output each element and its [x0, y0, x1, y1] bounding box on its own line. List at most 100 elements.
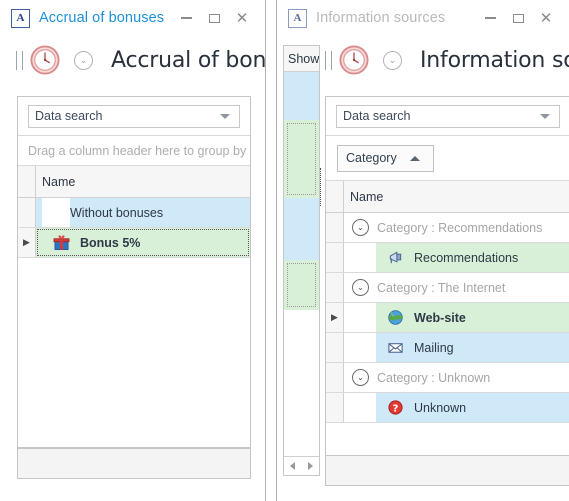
close-button[interactable]: ✕: [532, 5, 560, 31]
row-highlight-green[interactable]: Recommendations: [376, 243, 569, 272]
strip-row-green-1[interactable]: [284, 120, 319, 198]
group-row[interactable]: ⌄ Category : Recommendations: [326, 213, 569, 243]
group-row[interactable]: ⌄ Category : The Internet: [326, 273, 569, 303]
close-button[interactable]: ✕: [228, 5, 256, 31]
strip-row-green-2[interactable]: [284, 260, 319, 310]
clock-icon: [339, 45, 369, 75]
row-indicator: ▶: [326, 303, 344, 332]
row-highlight-blue[interactable]: Mailing: [376, 333, 569, 362]
row-indicator: [326, 333, 344, 362]
titlebar-sources[interactable]: A Information sources ✕: [277, 0, 569, 36]
collapse-icon[interactable]: ⌄: [352, 279, 369, 296]
scroll-right-icon[interactable]: [307, 462, 313, 470]
form-header-sources: ⌄ Information sou: [277, 36, 569, 84]
caption-buttons-sources: ✕: [476, 0, 569, 36]
row-cell-name[interactable]: Without bonuses: [36, 198, 250, 227]
table-row[interactable]: Recommendations: [326, 243, 569, 273]
row-indicator: ▶: [18, 228, 36, 257]
maximize-button[interactable]: [504, 5, 532, 31]
search-input-value: Data search: [343, 109, 411, 123]
search-input-sources[interactable]: Data search: [336, 104, 560, 128]
navigation-dropdown-icon[interactable]: ⌄: [74, 50, 93, 70]
maximize-button[interactable]: [200, 5, 228, 31]
navigation-dropdown-icon[interactable]: ⌄: [383, 50, 402, 70]
grid-empty-area-sources: [326, 423, 569, 455]
row-indent: [42, 198, 70, 227]
strip-row-blue-1[interactable]: [284, 72, 319, 120]
table-row[interactable]: Without bonuses: [18, 198, 250, 228]
search-input-value: Data search: [35, 109, 103, 123]
caption-buttons-accrual: ✕: [172, 0, 265, 36]
table-row[interactable]: ? Unknown: [326, 393, 569, 423]
column-header-name[interactable]: Name: [344, 181, 569, 212]
row-indicator: [326, 243, 344, 272]
group-by-hint-accrual[interactable]: Drag a column header here to group by th…: [18, 136, 250, 166]
megaphone-icon: [386, 249, 404, 267]
column-header-name[interactable]: Name: [36, 166, 250, 197]
show-column-strip[interactable]: Show: [283, 45, 320, 476]
row-indent: [344, 333, 376, 362]
collapse-icon[interactable]: ⌄: [352, 219, 369, 236]
grid-panel-accrual: Data search Drag a column header here to…: [17, 96, 251, 448]
row-cell-name[interactable]: Recommendations: [344, 243, 569, 272]
caret-down-icon[interactable]: [220, 113, 230, 119]
column-header-show[interactable]: Show: [284, 46, 319, 72]
row-indicator: [326, 273, 344, 302]
application-a-icon: A: [11, 8, 30, 28]
row-label: Bonus 5%: [80, 235, 141, 250]
group-row-label: Category : Recommendations: [377, 220, 543, 235]
group-chip-category[interactable]: Category: [337, 144, 434, 172]
strip-empty-area: [284, 310, 319, 465]
strip-row-blue-2[interactable]: [284, 198, 319, 260]
form-caption-accrual: Accrual of bonu: [111, 47, 265, 73]
globe-icon: [386, 309, 404, 327]
group-row-body[interactable]: ⌄ Category : Recommendations: [344, 213, 569, 242]
grid-rows-accrual: Without bonuses ▶ Bonus 5%: [18, 198, 250, 444]
gift-icon: [52, 234, 70, 252]
group-row-body[interactable]: ⌄ Category : The Internet: [344, 273, 569, 302]
group-by-panel-sources[interactable]: Category: [326, 136, 569, 181]
status-bar-accrual: [17, 448, 251, 479]
row-cell-name[interactable]: ? Unknown: [344, 393, 569, 422]
search-input-accrual[interactable]: Data search: [28, 104, 240, 128]
status-bar-sources: [325, 455, 569, 486]
row-label: Web-site: [414, 310, 466, 325]
drag-grip-icon[interactable]: [16, 50, 23, 70]
grid-panel-sources: Data search Category Name ⌄ Category : R…: [325, 96, 569, 478]
window-title-accrual: Accrual of bonuses: [39, 10, 165, 26]
table-row[interactable]: ▶ Bonus 5%: [18, 228, 250, 258]
indicator-column-header: [18, 166, 36, 197]
caret-down-icon[interactable]: [540, 113, 550, 119]
resize-seam[interactable]: [320, 168, 321, 206]
row-highlight-blue[interactable]: ? Unknown: [376, 393, 569, 422]
horizontal-scrollbar-strip[interactable]: [284, 456, 319, 475]
group-row-body[interactable]: ⌄ Category : Unknown: [344, 363, 569, 392]
row-cell-name[interactable]: Mailing: [344, 333, 569, 362]
drag-grip-icon[interactable]: [325, 50, 332, 70]
clock-icon: [30, 45, 60, 75]
minimize-button[interactable]: [172, 5, 200, 31]
row-indicator: [326, 363, 344, 392]
grid-rows-sources: ⌄ Category : Recommendations Recommendat…: [326, 213, 569, 455]
row-cell-name[interactable]: Bonus 5%: [36, 228, 250, 257]
row-highlight-green[interactable]: Web-site: [376, 303, 569, 332]
window-information-sources[interactable]: A Information sources ✕ ⌄ Information so…: [276, 0, 569, 501]
grid-header-accrual: Name: [18, 166, 250, 198]
collapse-icon[interactable]: ⌄: [352, 369, 369, 386]
group-row-label: Category : Unknown: [377, 370, 491, 385]
caret-up-icon[interactable]: [410, 155, 420, 161]
window-accrual-of-bonuses[interactable]: A Accrual of bonuses ✕ ⌄ Accrual of bonu…: [0, 0, 266, 501]
row-indicator: [326, 393, 344, 422]
minimize-button[interactable]: [476, 5, 504, 31]
group-row-label: Category : The Internet: [377, 280, 506, 295]
row-cell-name[interactable]: Web-site: [344, 303, 569, 332]
scroll-left-icon[interactable]: [290, 462, 296, 470]
table-row[interactable]: Mailing: [326, 333, 569, 363]
row-label: Without bonuses: [70, 205, 164, 220]
application-a-icon: A: [288, 8, 307, 28]
titlebar-accrual[interactable]: A Accrual of bonuses ✕: [0, 0, 265, 36]
indicator-column-header: [326, 181, 344, 212]
table-row[interactable]: ▶ Web-site: [326, 303, 569, 333]
row-indicator: [326, 213, 344, 242]
group-row[interactable]: ⌄ Category : Unknown: [326, 363, 569, 393]
